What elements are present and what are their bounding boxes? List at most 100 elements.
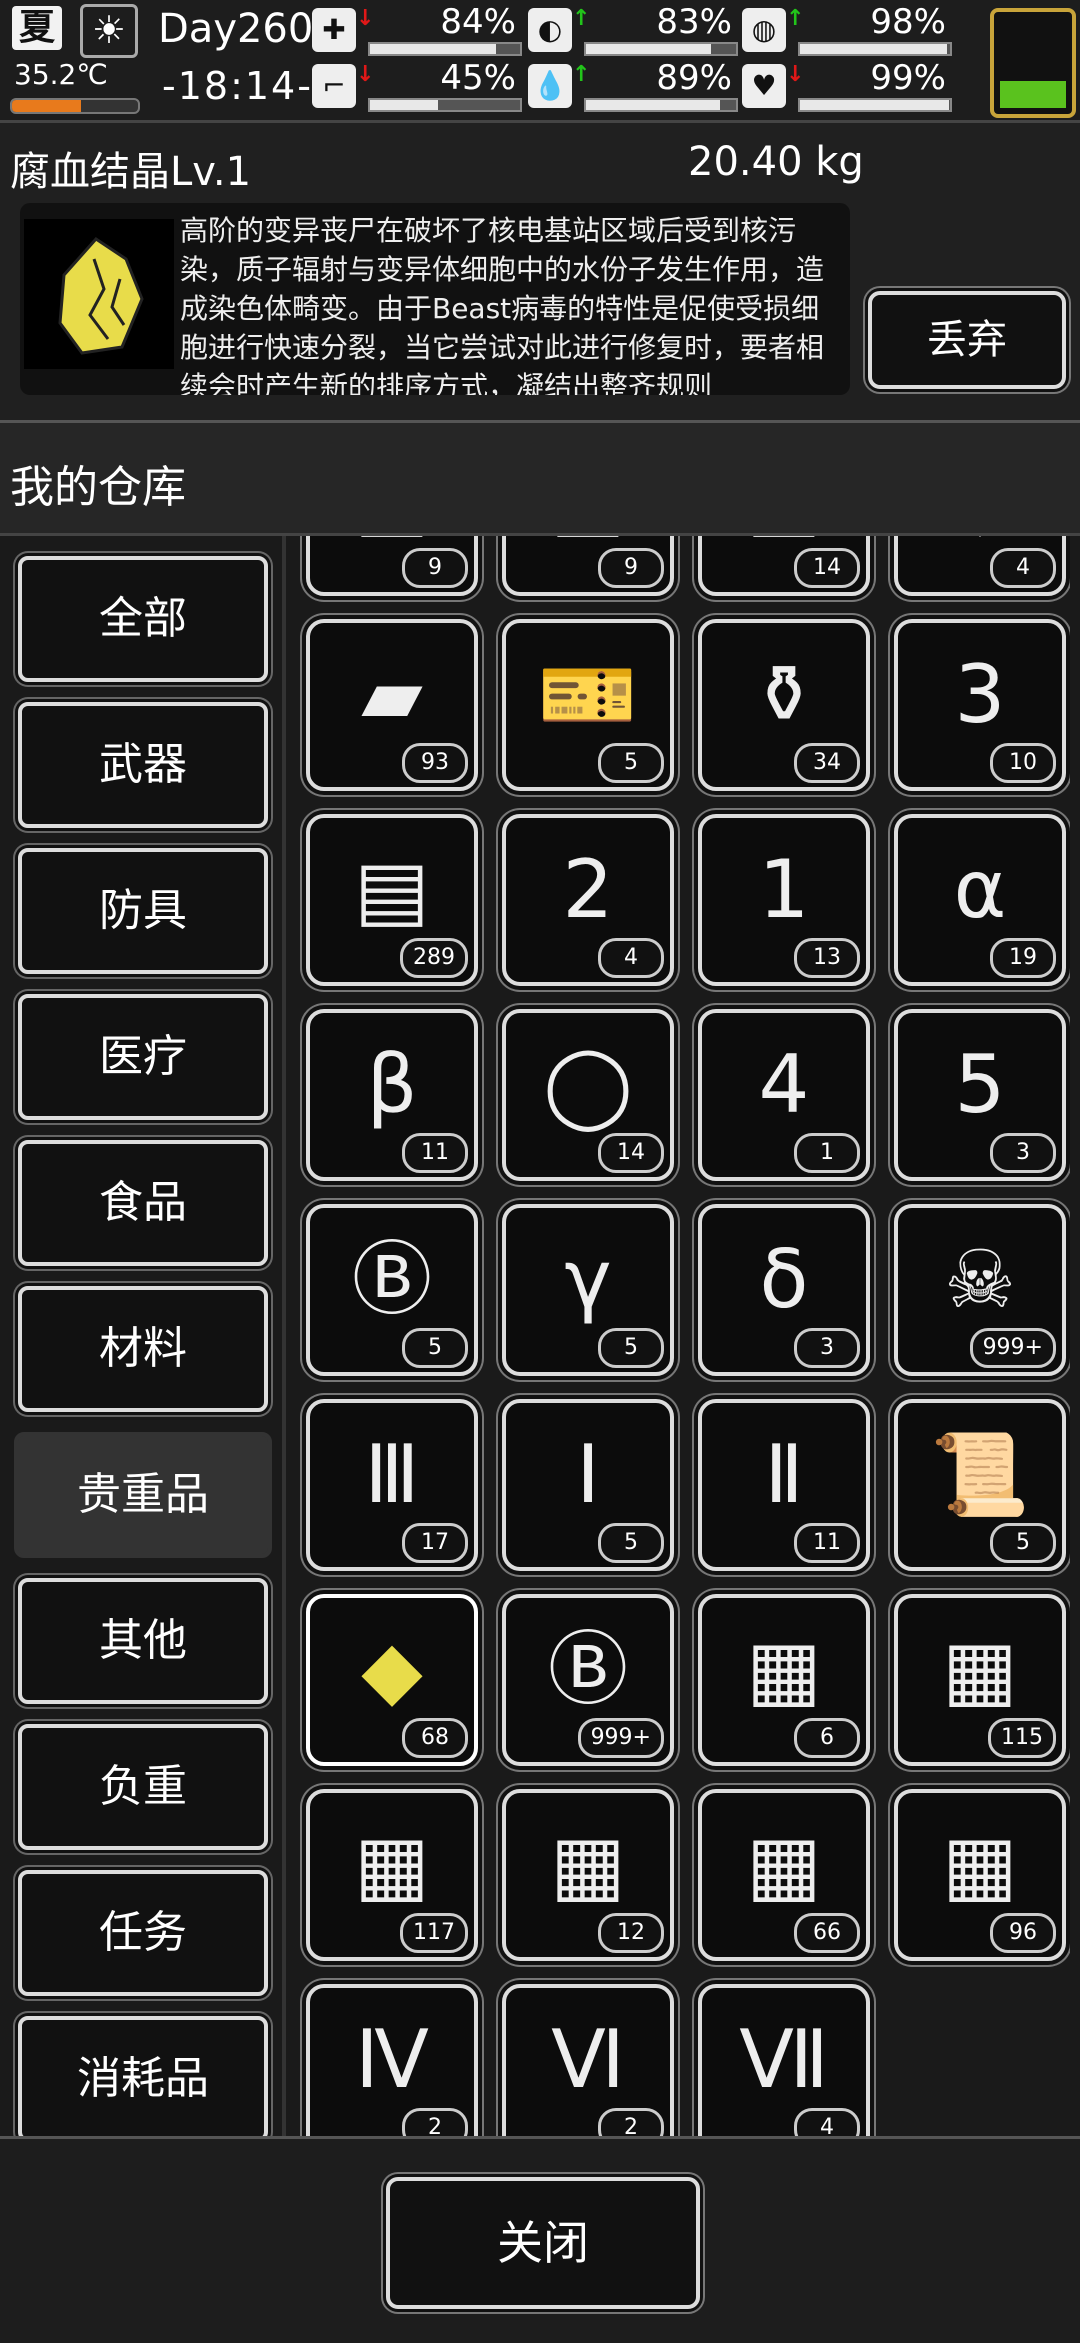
category-tab[interactable]: 防具 (18, 848, 268, 974)
category-tab[interactable]: 负重 (18, 1724, 268, 1850)
inventory-slot[interactable]: ⚱ 34 (698, 619, 870, 791)
blueprint-lv5-icon: 5 (954, 1038, 1006, 1131)
test-tube-iv-icon: Ⅳ (355, 2013, 429, 2106)
zombie-card-icon: ☠ (944, 1233, 1016, 1326)
item-count: 5 (598, 1328, 664, 1368)
inventory-slot[interactable]: ▦ 115 (894, 1594, 1066, 1766)
blueprint-lv2-icon: 2 (562, 843, 614, 936)
inventory-slot[interactable]: Ⅵ2 (502, 1984, 674, 2136)
inventory-slot[interactable]: Ⓑ 5 (306, 1204, 478, 1376)
category-tab[interactable]: 材料 (18, 1286, 268, 1412)
inventory-slot[interactable]: 53 (894, 1009, 1066, 1181)
trend-down-icon: ↓ (786, 62, 805, 87)
item-name: 腐血结晶Lv.1 (10, 149, 252, 195)
item-detail-panel: 腐血结晶Lv.1 20.40 kg 高阶的变异丧尸在破坏了核电基站区域后受到核污… (0, 123, 1080, 423)
item-count: 19 (990, 938, 1056, 978)
item-description-box[interactable]: 高阶的变异丧尸在破坏了核电基站区域后受到核污染，质子辐射与变异体细胞中的水份子发… (20, 203, 850, 395)
item-count: 4 (794, 2108, 860, 2136)
discard-button[interactable]: 丢弃 (868, 291, 1066, 389)
category-tab[interactable]: 武器 (18, 702, 268, 828)
category-tab[interactable]: 贵重品 (14, 1432, 272, 1558)
category-tab[interactable]: 食品 (18, 1140, 268, 1266)
day-counter: Day260 (158, 6, 314, 52)
item-count: 34 (794, 743, 860, 783)
season-badge: 夏 (12, 6, 62, 50)
temperature-bar (10, 98, 140, 114)
inventory-slot[interactable]: Ⅱ 11 (698, 1399, 870, 1571)
sun-icon: ☀ (80, 4, 138, 58)
close-button[interactable]: 关闭 (386, 2177, 700, 2309)
inventory-slot[interactable]: ▤ 289 (306, 814, 478, 986)
status-bar: 夏 ☀ 35.2℃ Day260 -18:14- ✚ ↓ 84% ◐ ↑ 83% ◍ ↑ 98%… (0, 0, 1080, 123)
inventory-slot[interactable]: β 11 (306, 1009, 478, 1181)
item-count: 5 (598, 743, 664, 783)
inventory-slot[interactable]: α 19 (894, 814, 1066, 986)
rot-blood-crystal-icon (24, 219, 174, 369)
inventory-slot[interactable]: ▦ 12 (502, 1789, 674, 1961)
category-tab[interactable]: 医疗 (18, 994, 268, 1120)
item-count: 1 (794, 1133, 860, 1173)
inventory-slot[interactable]: 3 10 (894, 619, 1066, 791)
inventory-slot[interactable]: Ⅰ5 (502, 1399, 674, 1571)
category-tab[interactable]: 其他 (18, 1578, 268, 1704)
gold-bars-icon: ▰ (361, 648, 423, 741)
stat-value: 83% (656, 2, 732, 42)
inventory-slot[interactable]: ▦ 96 (894, 1789, 1066, 1961)
inventory-slot[interactable]: γ5 (502, 1204, 674, 1376)
stat-bar (584, 42, 738, 56)
inventory-slot[interactable]: ▦ 6 (698, 1594, 870, 1766)
item-count: 3 (990, 1133, 1056, 1173)
item-count: 14 (794, 548, 860, 588)
inventory-slot[interactable]: 41 (698, 1009, 870, 1181)
game-clock: -18:14- (162, 64, 313, 108)
inventory-slot[interactable]: Ⅳ2 (306, 1984, 478, 2136)
inventory-slot[interactable]: Ⅶ4 (698, 1984, 870, 2136)
b-coin-icon: Ⓑ (548, 1623, 628, 1716)
item-count: 999+ (577, 1718, 664, 1758)
test-tube-iii-icon: Ⅲ (364, 1428, 420, 1521)
inventory-slot[interactable]: ◆4 (894, 536, 1066, 596)
stat-pill: ◍ ↑ 98% (742, 2, 954, 56)
inventory-grid[interactable]: ▣9▣9▣14◆4▰93🎫5⚱34310▤28924113α19β11◯1441… (300, 536, 1070, 2136)
test-tube-delta-icon: δ (759, 1233, 809, 1326)
item-count: 117 (400, 1913, 468, 1953)
cash-stack-icon: ▤ (354, 843, 430, 936)
category-tab[interactable]: 任务 (18, 1870, 268, 1996)
inventory-slot[interactable]: δ3 (698, 1204, 870, 1376)
bottom-bar: 关闭 (0, 2136, 1080, 2343)
chest-iii-icon: ▦ (942, 1818, 1018, 1911)
inventory-slot[interactable]: ◯ 14 (502, 1009, 674, 1181)
item-count: 2 (402, 2108, 468, 2136)
inventory-slot[interactable]: ▣14 (698, 536, 870, 596)
inventory-slot[interactable]: 📜 5 (894, 1399, 1066, 1571)
item-count: 6 (794, 1718, 860, 1758)
inventory-slot[interactable]: ◆ 68 (306, 1594, 478, 1766)
chest-dollar-icon: ▦ (746, 1623, 822, 1716)
item-count: 13 (794, 938, 860, 978)
category-tab[interactable]: 全部 (18, 556, 268, 682)
stat-health-kit: ✚ ↓ 84% (312, 2, 524, 56)
water-icon: 💧 (528, 64, 572, 108)
inventory-slot[interactable]: Ⅲ 17 (306, 1399, 478, 1571)
item-count: 2 (598, 2108, 664, 2136)
blueprint-lv3-icon: 3 (954, 648, 1006, 741)
inventory-slot[interactable]: 24 (502, 814, 674, 986)
inventory-slot[interactable]: 🎫 5 (502, 619, 674, 791)
blueprint-lv1-icon: 1 (758, 843, 810, 936)
item-count: 5 (402, 1328, 468, 1368)
item-weight: 20.40 kg (688, 139, 864, 185)
category-tab[interactable]: 消耗品 (18, 2016, 268, 2142)
stat-stomach: ◐ ↑ 83% (528, 2, 740, 56)
inventory-slot[interactable]: ▦ 66 (698, 1789, 870, 1961)
inventory-slot[interactable]: ▰ 93 (306, 619, 478, 791)
inventory-slot[interactable]: ▣9 (306, 536, 478, 596)
inventory-slot[interactable]: ▣9 (502, 536, 674, 596)
inventory-slot[interactable]: 1 13 (698, 814, 870, 986)
inventory-slot[interactable]: ▦ 117 (306, 1789, 478, 1961)
inventory-slot[interactable]: ☠ 999+ (894, 1204, 1066, 1376)
warehouse-title: 我的仓库 (10, 462, 186, 513)
item-count: 4 (990, 548, 1056, 588)
inventory-slot[interactable]: Ⓑ 999+ (502, 1594, 674, 1766)
item-count: 289 (400, 938, 468, 978)
stat-boot: ⌐ ↓ 45% (312, 58, 524, 112)
